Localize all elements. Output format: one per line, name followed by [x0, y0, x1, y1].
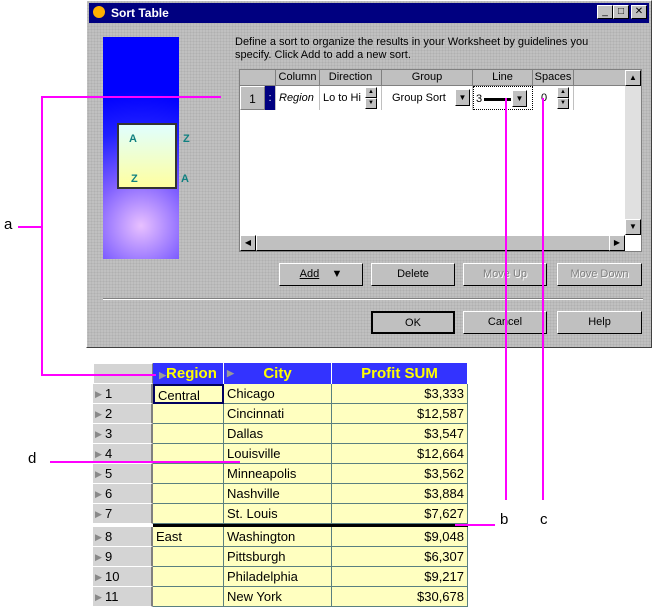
sort-table-dialog: Sort Table _ □ ✕ A Z Z A Define a sort t…	[86, 0, 652, 348]
row-arrow-icon: ▶	[95, 469, 102, 479]
horizontal-scrollbar[interactable]: ◀ ▶	[240, 235, 625, 251]
spin-up-icon[interactable]: ▲	[365, 87, 377, 98]
city-cell[interactable]: Louisville	[224, 444, 332, 464]
region-cell[interactable]: Central	[153, 384, 224, 404]
col-header-spaces: Spaces	[533, 70, 574, 86]
dropdown-arrow-icon: ▼	[331, 268, 343, 280]
maximize-button[interactable]: □	[613, 5, 629, 19]
city-cell[interactable]: Dallas	[224, 424, 332, 444]
callout-b: b	[500, 511, 509, 528]
header-region[interactable]: ▶Region	[153, 363, 224, 384]
row-header[interactable]: ▶ 7	[93, 504, 153, 524]
dropdown-arrow-icon[interactable]: ▼	[455, 89, 470, 106]
dialog-title: Sort Table	[111, 6, 169, 20]
profit-cell[interactable]: $30,678	[332, 587, 468, 607]
row-arrow-icon: ▶	[95, 429, 102, 439]
direction-cell[interactable]: Lo to Hi ▲ ▼	[320, 86, 382, 110]
region-cell[interactable]	[153, 484, 224, 504]
spaces-cell[interactable]: 0 ▲ ▼	[533, 86, 574, 110]
region-cell[interactable]	[153, 547, 224, 567]
callout-a: a	[4, 216, 13, 233]
vertical-scrollbar[interactable]: ▲ ▼	[625, 70, 641, 235]
region-cell[interactable]	[153, 424, 224, 444]
col-header-direction: Direction	[320, 70, 382, 86]
col-header-column: Column	[276, 70, 320, 86]
city-cell[interactable]: Nashville	[224, 484, 332, 504]
dropdown-arrow-icon[interactable]: ▼	[512, 90, 527, 107]
row-header[interactable]: ▶ 5	[93, 464, 153, 484]
row-number[interactable]: 1	[240, 86, 265, 110]
region-cell[interactable]	[153, 504, 224, 524]
row-header[interactable]: ▶ 11	[93, 587, 153, 607]
profit-cell[interactable]: $9,217	[332, 567, 468, 587]
row-header[interactable]: ▶ 1	[93, 384, 153, 404]
row-header[interactable]: ▶ 6	[93, 484, 153, 504]
profit-cell[interactable]: $12,587	[332, 404, 468, 424]
profit-cell[interactable]: $6,307	[332, 547, 468, 567]
city-cell[interactable]: New York	[224, 587, 332, 607]
row-header[interactable]: ▶ 9	[93, 547, 153, 567]
city-cell[interactable]: Pittsburgh	[224, 547, 332, 567]
callout-c: c	[540, 511, 548, 528]
row-header[interactable]: ▶ 10	[93, 567, 153, 587]
region-cell[interactable]	[153, 404, 224, 424]
spin-down-icon[interactable]: ▼	[557, 98, 569, 109]
app-icon	[93, 6, 105, 18]
spin-up-icon[interactable]: ▲	[557, 87, 569, 98]
region-cell[interactable]: East	[153, 527, 224, 547]
row-arrow-icon: ▶	[95, 532, 102, 542]
profit-cell[interactable]: $7,627	[332, 504, 468, 524]
header-profit-sum[interactable]: Profit SUM	[332, 363, 468, 384]
title-bar: Sort Table	[89, 3, 649, 23]
profit-cell[interactable]: $9,048	[332, 527, 468, 547]
delete-button[interactable]: Delete	[371, 263, 455, 286]
profit-cell[interactable]: $3,333	[332, 384, 468, 404]
row-header[interactable]: ▶ 3	[93, 424, 153, 444]
column-cell[interactable]: Region	[276, 86, 320, 110]
row-arrow-icon: ▶	[95, 592, 102, 602]
close-button[interactable]: ✕	[631, 5, 647, 19]
worksheet-table: ▶Region ▶ City Profit SUM ▶ 1 Central Chicag…	[93, 363, 468, 613]
row-indicator: :	[265, 86, 276, 110]
city-cell[interactable]: Cincinnati	[224, 404, 332, 424]
row-header[interactable]: ▶ 2	[93, 404, 153, 424]
row-arrow-icon: ▶	[95, 489, 102, 499]
city-cell[interactable]: Minneapolis	[224, 464, 332, 484]
region-cell[interactable]	[153, 587, 224, 607]
city-cell[interactable]: Chicago	[224, 384, 332, 404]
region-cell[interactable]	[153, 464, 224, 484]
row-header[interactable]: ▶ 8	[93, 527, 153, 547]
region-cell[interactable]	[153, 567, 224, 587]
col-header-line: Line	[473, 70, 533, 86]
col-header-group: Group	[382, 70, 473, 86]
group-cell[interactable]: Group Sort ▼	[382, 86, 473, 110]
add-button[interactable]: Add ▼	[279, 263, 363, 286]
sort-grid[interactable]: Column Direction Group Line Spaces 1 : R…	[239, 69, 642, 252]
minimize-button[interactable]: _	[597, 5, 613, 19]
profit-cell[interactable]: $3,562	[332, 464, 468, 484]
divider	[103, 298, 643, 300]
city-cell[interactable]: Washington	[224, 527, 332, 547]
profit-cell[interactable]: $3,547	[332, 424, 468, 444]
city-cell[interactable]: Philadelphia	[224, 567, 332, 587]
line-cell[interactable]: 3 ▼	[473, 86, 533, 110]
help-button[interactable]: Help	[557, 311, 642, 334]
row-arrow-icon: ▶	[95, 389, 102, 399]
row-arrow-icon: ▶	[95, 572, 102, 582]
header-city[interactable]: ▶ City	[224, 363, 332, 384]
ok-button[interactable]: OK	[371, 311, 455, 334]
sort-illustration: A Z Z A	[103, 37, 190, 259]
profit-cell[interactable]: $12,664	[332, 444, 468, 464]
city-cell[interactable]: St. Louis	[224, 504, 332, 524]
profit-cell[interactable]: $3,884	[332, 484, 468, 504]
description: Define a sort to organize the results in…	[235, 36, 589, 61]
row-arrow-icon: ▶	[95, 552, 102, 562]
callout-d: d	[28, 450, 37, 467]
row-arrow-icon: ▶	[95, 409, 102, 419]
move-down-button[interactable]: Move Down	[557, 263, 642, 286]
spin-down-icon[interactable]: ▼	[365, 98, 377, 109]
row-arrow-icon: ▶	[95, 509, 102, 519]
